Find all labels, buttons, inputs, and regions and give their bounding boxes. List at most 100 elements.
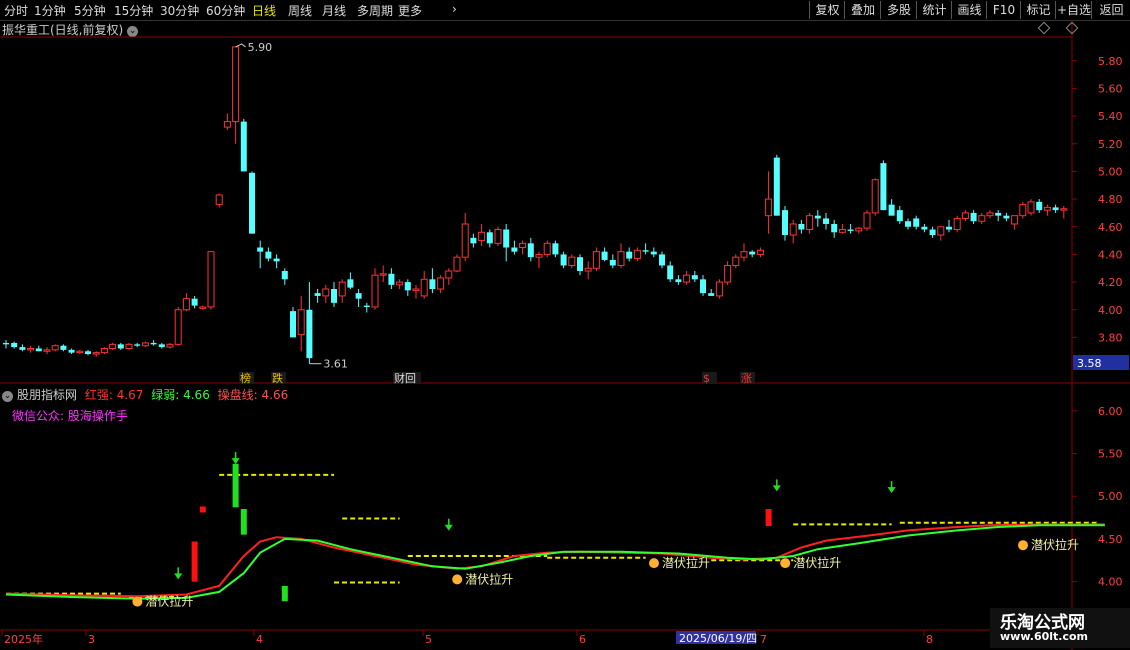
candle-body: [831, 223, 838, 233]
watermark-url: www.60lt.com: [1000, 630, 1089, 643]
candle-body: [1060, 208, 1068, 211]
candle-body: [207, 251, 215, 308]
hand-pointer-icon: [132, 596, 143, 607]
price-tick-label: 4.60: [1098, 221, 1123, 234]
candle-body: [249, 172, 255, 234]
candle-body: [937, 226, 945, 236]
candle-body: [905, 221, 911, 227]
candle-body: [199, 306, 207, 309]
candle-body: [1011, 215, 1019, 225]
candle-body: [412, 288, 420, 291]
high-label: 5.90: [248, 41, 273, 54]
candle-body: [633, 249, 641, 260]
candle-body: [379, 273, 387, 276]
candle-body: [552, 243, 559, 255]
candle-body: [650, 251, 657, 255]
candle-body: [601, 251, 608, 260]
candle-body: [789, 223, 797, 236]
hand-pointer-icon: [452, 574, 463, 585]
candle-body: [486, 232, 493, 244]
ind-tick-label: 4.50: [1098, 533, 1123, 546]
candle-body: [141, 342, 149, 347]
candle-body: [577, 257, 583, 272]
x-axis-label: 3: [88, 633, 95, 646]
price-tick-label: 5.40: [1098, 110, 1123, 123]
candle-body: [847, 229, 854, 231]
candle-body: [355, 293, 362, 299]
signal-label: 潜伏拉升: [662, 555, 710, 570]
ind-tick-label: 5.00: [1098, 490, 1123, 503]
candle-body: [35, 348, 42, 352]
candle-body: [863, 212, 871, 229]
candle-body: [946, 226, 952, 230]
candle-body: [134, 344, 141, 346]
candle-body: [494, 229, 502, 244]
candle-body: [215, 194, 223, 206]
candle-body: [708, 293, 715, 296]
candle-body: [667, 265, 674, 280]
hand-pointer-icon: [649, 558, 659, 569]
candle-body: [429, 279, 436, 289]
candle-body: [322, 288, 330, 297]
candle-body: [592, 251, 600, 269]
candle-body: [732, 256, 740, 266]
down-arrow-icon: [231, 458, 240, 465]
x-axis-label: 7: [760, 633, 767, 646]
candle-body: [913, 218, 920, 227]
red-bar: [765, 509, 772, 527]
candle-body: [117, 344, 124, 349]
candle-body: [1052, 207, 1059, 211]
candle-body: [60, 345, 67, 350]
x-axis-label: 8: [926, 633, 933, 646]
candle-body: [273, 258, 280, 262]
candle-body: [19, 347, 26, 350]
candle-body: [527, 243, 534, 258]
candle-body: [420, 278, 428, 297]
current-price-label: 3.58: [1077, 357, 1102, 370]
candle-body: [100, 347, 108, 354]
candle-body: [503, 229, 510, 248]
candle-body: [331, 289, 337, 303]
candle-body: [921, 226, 928, 230]
candle-body: [223, 121, 231, 128]
candle-body: [511, 247, 518, 252]
candle-body: [568, 256, 576, 266]
price-tick-label: 5.00: [1098, 165, 1123, 178]
candle-body: [182, 298, 190, 311]
candle-body: [232, 46, 240, 123]
event-mark: $: [703, 372, 710, 385]
x-axis-label: 5: [425, 633, 432, 646]
candle-body: [297, 309, 305, 336]
candle-body: [478, 231, 486, 242]
candle-body: [174, 309, 182, 345]
red-strong-line: [5, 523, 1105, 598]
candle-body: [609, 259, 616, 266]
candle-body: [92, 352, 100, 355]
candle-body: [371, 274, 379, 308]
candle-body: [388, 273, 395, 285]
price-tick-label: 5.80: [1098, 55, 1123, 68]
down-arrow-icon: [887, 487, 896, 494]
candle-body: [535, 253, 543, 258]
candle-body: [871, 179, 879, 214]
candle-body: [1027, 201, 1035, 214]
candle-body: [109, 343, 117, 349]
signal-label: 潜伏拉升: [465, 571, 513, 586]
kline-chart[interactable]: 5.80 5.60 5.40 5.20 5.00 4.80 4.60 4.40 4.20 4.00…: [0, 0, 1130, 650]
red-bar: [191, 541, 198, 582]
down-arrow-icon: [174, 573, 183, 580]
candle-body: [76, 350, 84, 354]
ind-tick-label: 6.00: [1098, 405, 1123, 418]
candle-body: [642, 250, 649, 252]
candle-body: [240, 121, 247, 172]
down-arrow-icon: [772, 485, 781, 492]
candle-body: [166, 343, 174, 348]
candle-body: [43, 349, 51, 352]
candle-body: [125, 343, 133, 349]
candle-body: [749, 251, 756, 255]
candle-body: [51, 345, 59, 351]
candle-body: [150, 342, 157, 345]
price-tick-label: 4.00: [1098, 304, 1123, 317]
event-mark: 财回: [394, 371, 416, 385]
candle-body: [519, 242, 527, 249]
